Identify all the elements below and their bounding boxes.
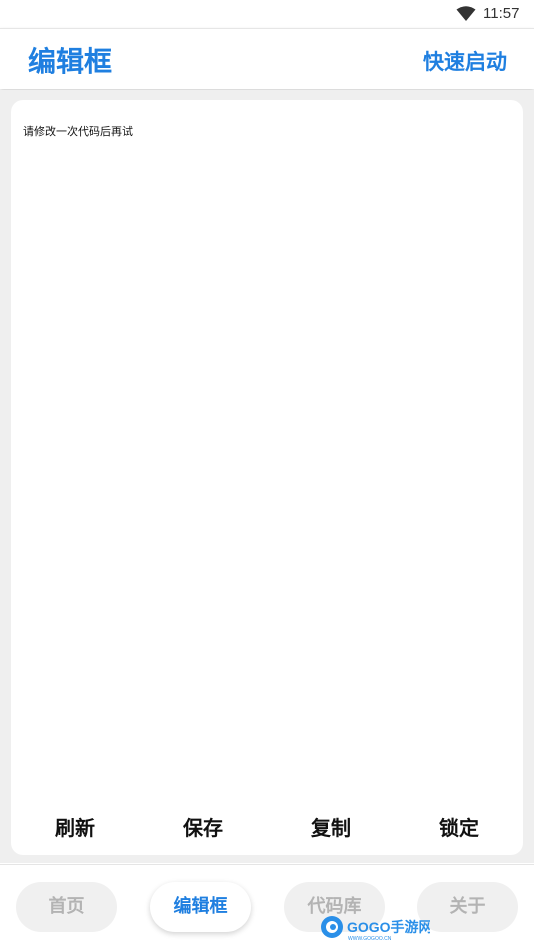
tab-about[interactable]: 关于 <box>417 882 518 932</box>
status-bar: 11:57 <box>0 0 534 28</box>
watermark-logo: GOGO手游网 WWW.GOGOO.CN <box>321 916 430 942</box>
code-editor[interactable]: 请修改一次代码后再试 刷新 保存 复制 锁定 <box>11 100 523 855</box>
quick-start-button[interactable]: 快速启动 <box>423 46 507 76</box>
save-button[interactable]: 保存 <box>139 813 267 843</box>
tab-editor[interactable]: 编辑框 <box>150 882 251 932</box>
refresh-button[interactable]: 刷新 <box>11 813 139 843</box>
watermark-sub: WWW.GOGOO.CN <box>348 936 392 942</box>
watermark-text: GOGO手游网 <box>347 919 430 935</box>
content-area: 请修改一次代码后再试 刷新 保存 复制 锁定 <box>0 90 534 863</box>
tab-home[interactable]: 首页 <box>16 882 117 932</box>
page-title: 编辑框 <box>28 45 113 78</box>
app-bar: 编辑框 快速启动 <box>0 28 534 89</box>
bottom-nav: 首页 编辑框 代码库 关于 <box>0 864 534 950</box>
lock-button[interactable]: 锁定 <box>395 813 523 843</box>
editor-actions: 刷新 保存 复制 锁定 <box>11 813 523 843</box>
copy-button[interactable]: 复制 <box>267 813 395 843</box>
editor-text: 请修改一次代码后再试 <box>23 125 133 138</box>
status-time: 11:57 <box>483 5 520 22</box>
wifi-icon <box>456 6 476 21</box>
